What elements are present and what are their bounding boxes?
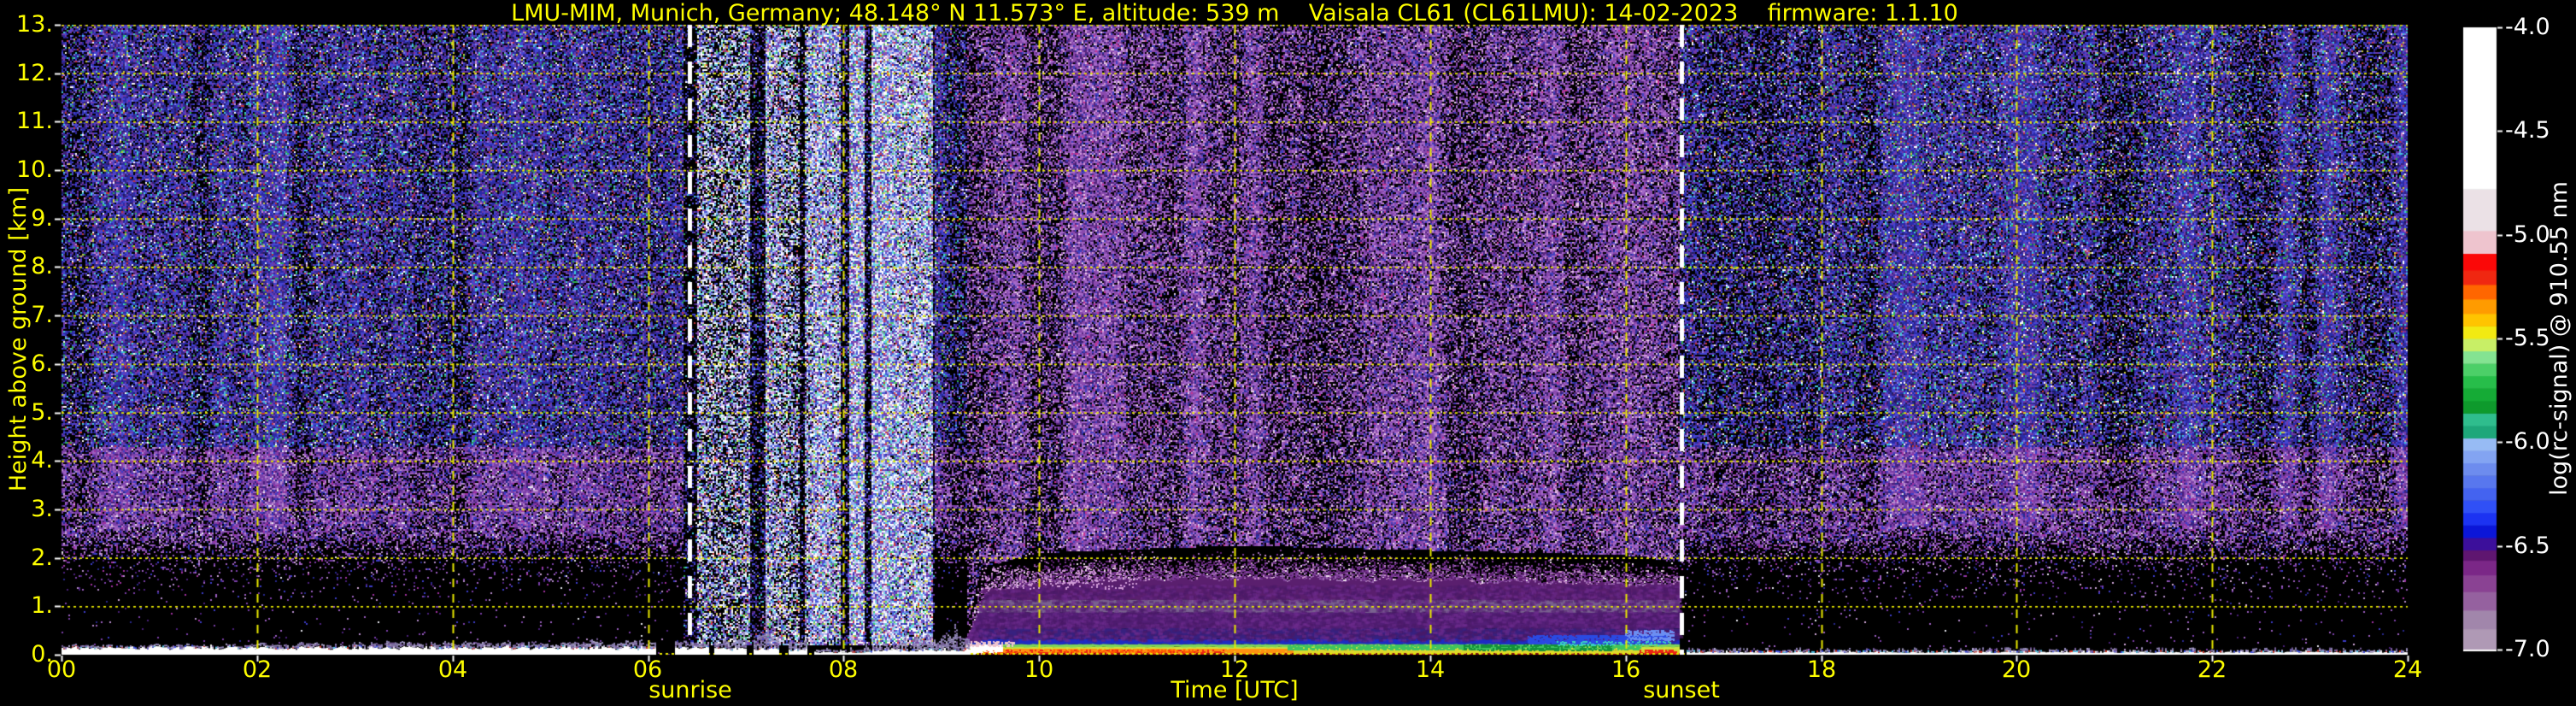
ceilometer-quicklook: LMU-MIM, Munich, Germany; 48.148° N 11.5… xyxy=(0,0,2576,706)
colorbar-tick-label: -4.5 xyxy=(2505,117,2550,144)
plot-title: LMU-MIM, Munich, Germany; 48.148° N 11.5… xyxy=(511,0,1958,26)
y-axis-label: Height above ground [km] xyxy=(5,186,32,492)
y-tick-label: 2. xyxy=(31,544,53,571)
y-tick-label: 9. xyxy=(31,205,53,232)
y-tick-label: 10. xyxy=(16,156,53,183)
y-tick-label: 7. xyxy=(31,302,53,328)
x-tick-label: 08 xyxy=(828,656,859,683)
x-tick-label: 16 xyxy=(1611,656,1641,683)
colorbar-tick-label: -6.0 xyxy=(2505,428,2550,455)
x-tick-label: 04 xyxy=(437,656,468,683)
x-axis-label: Time [UTC] xyxy=(1171,677,1299,703)
x-tick-label: 22 xyxy=(2197,656,2227,683)
y-tick-label: 3. xyxy=(31,496,53,522)
colorbar-tick-label: -5.0 xyxy=(2505,221,2550,248)
y-tick-label: 5. xyxy=(31,399,53,426)
y-tick-label: 11. xyxy=(16,108,53,134)
x-tick-label: 24 xyxy=(2392,656,2423,683)
y-tick-label: 6. xyxy=(31,350,53,377)
colorbar-tick-label: -6.5 xyxy=(2505,532,2550,559)
x-tick-label: 10 xyxy=(1024,656,1054,683)
y-tick-label: 0. xyxy=(31,641,53,668)
colorbar-tick-label: -5.5 xyxy=(2505,325,2550,351)
x-tick-label: 02 xyxy=(242,656,273,683)
y-tick-label: 1. xyxy=(31,592,53,619)
y-tick-label: 13. xyxy=(16,11,53,38)
colorbar-label: log(rc-signal) @ 910.55 nm xyxy=(2546,181,2573,496)
sunset-label: sunset xyxy=(1643,677,1720,703)
x-tick-label: 14 xyxy=(1415,656,1446,683)
x-tick-label: 18 xyxy=(1806,656,1837,683)
colorbar-tick-label: -4.0 xyxy=(2505,14,2550,40)
y-tick-label: 12. xyxy=(16,60,53,86)
sunrise-label: sunrise xyxy=(648,677,732,703)
y-tick-label: 4. xyxy=(31,447,53,474)
heatmap-canvas xyxy=(0,0,2576,706)
colorbar-tick-label: -7.0 xyxy=(2505,636,2550,662)
x-tick-label: 20 xyxy=(2001,656,2032,683)
y-tick-label: 8. xyxy=(31,253,53,279)
